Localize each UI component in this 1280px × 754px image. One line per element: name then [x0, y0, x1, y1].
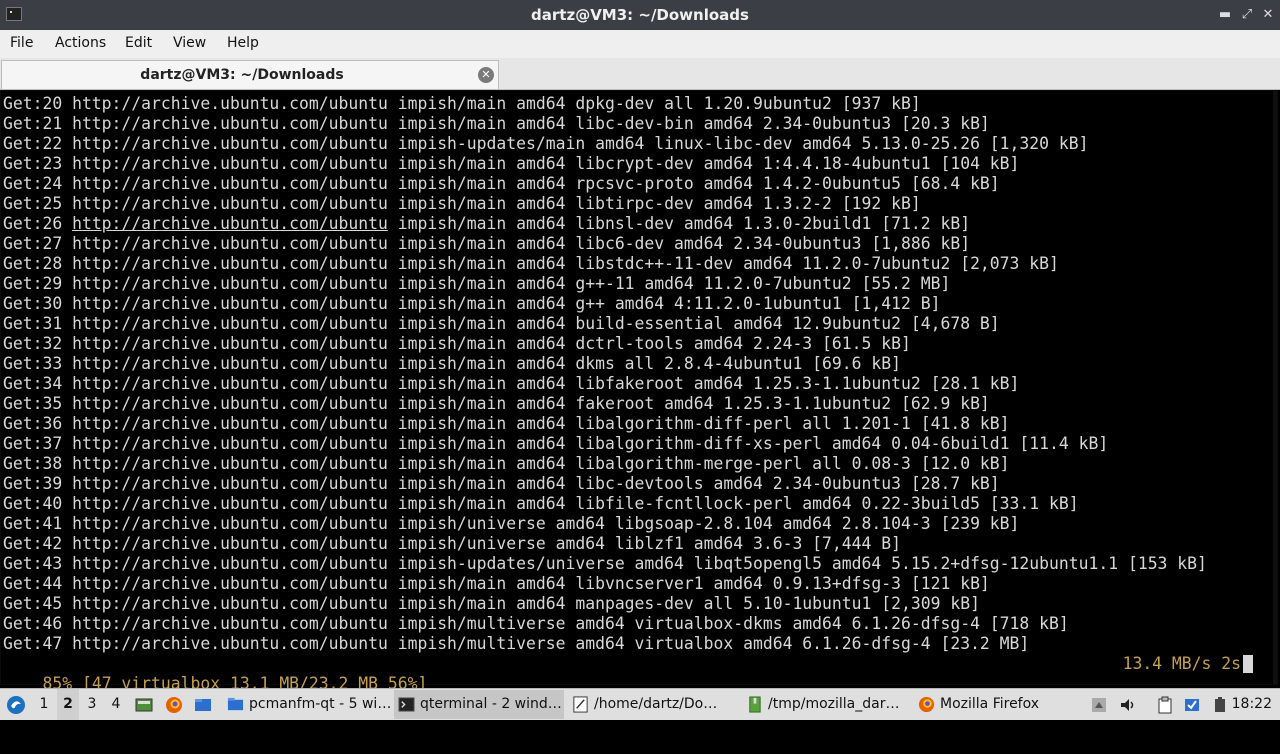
terminal-view[interactable]: Get:20 http://archive.ubuntu.com/ubuntu …: [0, 90, 1278, 693]
firefox-launcher-icon[interactable]: [165, 696, 183, 714]
terminal-line: Get:23 http://archive.ubuntu.com/ubuntu …: [3, 154, 1020, 173]
terminal-line: Get:46 http://archive.ubuntu.com/ubuntu …: [3, 614, 1069, 633]
menu-edit[interactable]: Edit: [125, 35, 152, 51]
task-pcmanfm[interactable]: pcmanfm-qt - 5 wi…: [223, 690, 390, 719]
terminal-line: Get:28 http://archive.ubuntu.com/ubuntu …: [3, 254, 1059, 273]
terminal-output: Get:20 http://archive.ubuntu.com/ubuntu …: [3, 94, 1207, 654]
tab-bar: dartz@VM3: ~/Downloads ✕: [0, 58, 1280, 90]
workspace-1[interactable]: 1: [33, 689, 55, 720]
terminal-line: Get:21 http://archive.ubuntu.com/ubuntu …: [3, 114, 990, 133]
tab-terminal[interactable]: dartz@VM3: ~/Downloads ✕: [1, 60, 499, 89]
battery-icon[interactable]: [1211, 696, 1229, 714]
task-archive[interactable]: /tmp/mozilla_dar…: [742, 690, 908, 719]
terminal-line: Get:25 http://archive.ubuntu.com/ubuntu …: [3, 194, 921, 213]
update-notifier-icon[interactable]: [1183, 696, 1201, 714]
menu-help[interactable]: Help: [227, 35, 259, 51]
file-manager-launcher-icon[interactable]: [194, 696, 212, 714]
terminal-line: Get:34 http://archive.ubuntu.com/ubuntu …: [3, 374, 1020, 393]
terminal-line: Get:38 http://archive.ubuntu.com/ubuntu …: [3, 454, 1010, 473]
terminal-line: Get:39 http://archive.ubuntu.com/ubuntu …: [3, 474, 1000, 493]
volume-icon[interactable]: [1119, 696, 1137, 714]
clock[interactable]: 18:22: [1232, 689, 1272, 720]
terminal-line: Get:20 http://archive.ubuntu.com/ubuntu …: [3, 94, 921, 113]
menu-actions[interactable]: Actions: [55, 35, 106, 51]
show-desktop-icon[interactable]: [135, 696, 153, 714]
text-editor-icon: [573, 696, 588, 713]
task-firefox[interactable]: Mozilla Firefox: [914, 690, 1074, 719]
terminal-line: Get:37 http://archive.ubuntu.com/ubuntu …: [3, 434, 1109, 453]
terminal-line: Get:22 http://archive.ubuntu.com/ubuntu …: [3, 134, 1089, 153]
task-label: /home/dartz/Do…: [594, 696, 718, 712]
terminal-line: Get:45 http://archive.ubuntu.com/ubuntu …: [3, 594, 980, 613]
folder-icon: [227, 697, 244, 711]
menu-view[interactable]: View: [173, 35, 206, 51]
start-menu-icon[interactable]: [6, 695, 26, 715]
task-label: pcmanfm-qt - 5 wi…: [249, 696, 390, 712]
terminal-line: Get:27 http://archive.ubuntu.com/ubuntu …: [3, 234, 971, 253]
hovered-url-link[interactable]: http://archive.ubuntu.com/ubuntu: [72, 214, 388, 233]
apt-progress-line: 85% [47 virtualbox 13.1 MB/23.2 MB 56%] …: [3, 654, 1273, 693]
terminal-line: Get:24 http://archive.ubuntu.com/ubuntu …: [3, 174, 1000, 193]
terminal-line: Get:35 http://archive.ubuntu.com/ubuntu …: [3, 394, 990, 413]
terminal-line: Get:47 http://archive.ubuntu.com/ubuntu …: [3, 634, 1030, 653]
terminal-line: Get:26 http://archive.ubuntu.com/ubuntu …: [3, 214, 971, 233]
close-button[interactable]: ✕: [1259, 6, 1277, 24]
text-cursor: [1243, 655, 1253, 673]
tab-label: dartz@VM3: ~/Downloads: [140, 67, 344, 83]
task-label: /tmp/mozilla_dar…: [768, 696, 900, 712]
clipboard-icon[interactable]: [1156, 696, 1174, 714]
menu-file[interactable]: File: [10, 35, 33, 51]
task-label: qterminal - 2 wind…: [420, 696, 562, 712]
minimize-button[interactable]: ▬: [1216, 6, 1234, 24]
terminal-line: Get:36 http://archive.ubuntu.com/ubuntu …: [3, 414, 1010, 433]
terminal-icon: [398, 697, 415, 712]
close-tab-icon[interactable]: ✕: [478, 67, 494, 83]
task-qterminal[interactable]: qterminal - 2 wind…: [394, 690, 564, 719]
terminal-line: Get:42 http://archive.ubuntu.com/ubuntu …: [3, 534, 901, 553]
workspace-3[interactable]: 3: [81, 689, 103, 720]
terminal-line: Get:43 http://archive.ubuntu.com/ubuntu …: [3, 554, 1207, 573]
task-label: Mozilla Firefox: [940, 696, 1040, 712]
terminal-line: Get:30 http://archive.ubuntu.com/ubuntu …: [3, 294, 941, 313]
terminal-line: Get:44 http://archive.ubuntu.com/ubuntu …: [3, 574, 990, 593]
window-title: dartz@VM3: ~/Downloads: [531, 6, 749, 24]
workspace-4[interactable]: 4: [105, 689, 127, 720]
network-icon[interactable]: [1090, 696, 1108, 714]
maximize-button[interactable]: ⤢: [1238, 6, 1256, 24]
scrollbar[interactable]: [1273, 91, 1277, 684]
workspace-2[interactable]: 2: [57, 689, 79, 720]
terminal-line: Get:29 http://archive.ubuntu.com/ubuntu …: [3, 274, 951, 293]
task-text-editor[interactable]: /home/dartz/Do…: [568, 690, 728, 719]
terminal-line: Get:33 http://archive.ubuntu.com/ubuntu …: [3, 354, 901, 373]
taskbar: 1 2 3 4 pcmanfm-qt - 5 wi… qterminal - 2…: [0, 688, 1280, 720]
firefox-icon: [918, 696, 935, 713]
terminal-line: Get:41 http://archive.ubuntu.com/ubuntu …: [3, 514, 1020, 533]
menu-bar: File Actions Edit View Help: [0, 30, 1280, 58]
archive-icon: [749, 696, 761, 713]
download-speed: 13.4 MB/s 2s: [1122, 654, 1241, 673]
terminal-line: Get:32 http://archive.ubuntu.com/ubuntu …: [3, 334, 911, 353]
window-titlebar[interactable]: dartz@VM3: ~/Downloads ▬ ⤢ ✕: [0, 0, 1280, 30]
terminal-line: Get:31 http://archive.ubuntu.com/ubuntu …: [3, 314, 1000, 333]
terminal-line: Get:40 http://archive.ubuntu.com/ubuntu …: [3, 494, 1079, 513]
